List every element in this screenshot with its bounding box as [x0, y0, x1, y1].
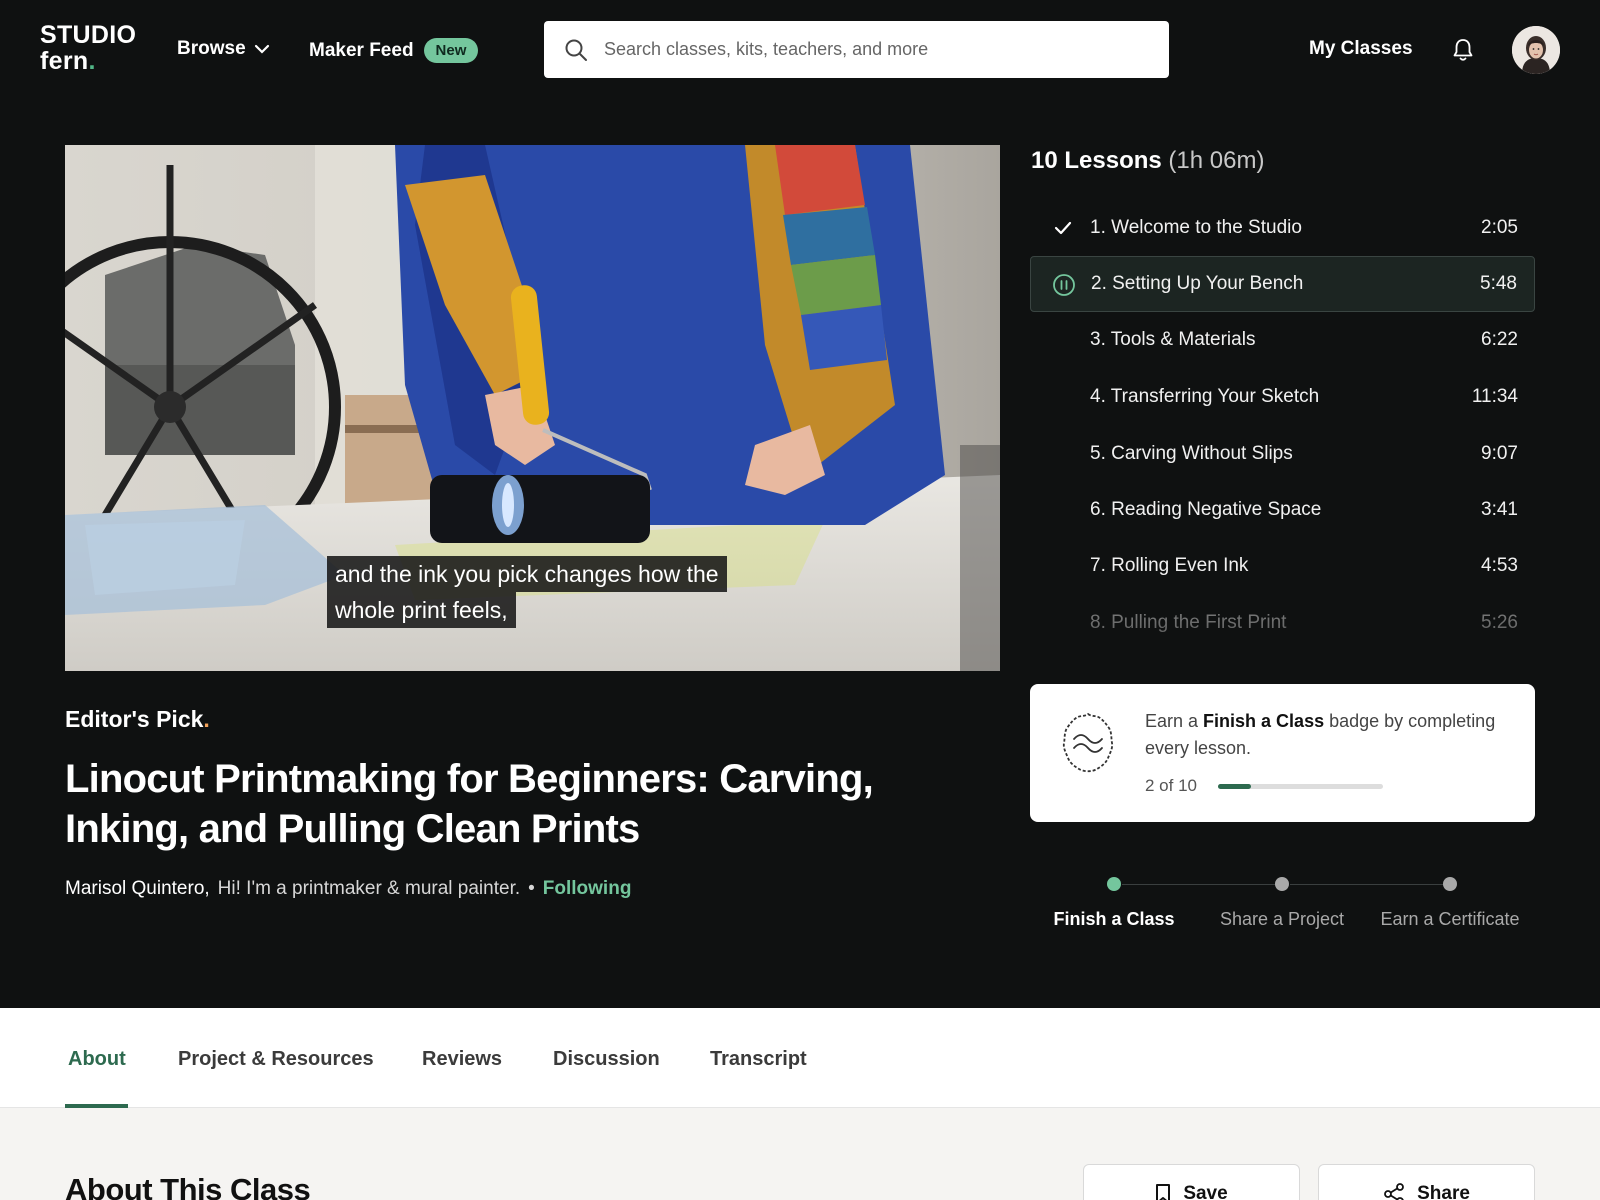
- top-navigation: STUDIO fern. Browse Maker Feed New My Cl…: [0, 0, 1600, 100]
- badge-card: Earn a Finish a Class badge by completin…: [1030, 684, 1535, 822]
- tab-reviews[interactable]: Reviews: [422, 1048, 502, 1071]
- browse-menu[interactable]: Browse: [177, 38, 270, 60]
- step-connector: [1122, 884, 1280, 885]
- teacher-name[interactable]: Marisol Quintero,: [65, 878, 210, 900]
- bell-icon[interactable]: [1452, 38, 1474, 62]
- save-button[interactable]: Save: [1083, 1164, 1300, 1200]
- caption-line-2: whole print feels,: [327, 592, 516, 628]
- following-button[interactable]: Following: [543, 878, 632, 900]
- lesson-title: 8. Pulling the First Print: [1090, 612, 1287, 633]
- about-title: About This Class: [65, 1172, 311, 1200]
- lesson-title: 5. Carving Without Slips: [1090, 443, 1293, 464]
- lesson-title: 2. Setting Up Your Bench: [1091, 273, 1304, 294]
- tab-about[interactable]: About: [68, 1048, 126, 1071]
- editors-pick-label: Editor's Pick.: [65, 706, 210, 733]
- lesson-item[interactable]: 4. Transferring Your Sketch 11:34: [1030, 369, 1535, 425]
- step-label-finish-class[interactable]: Finish a Class: [1044, 907, 1184, 931]
- logo-line-1: STUDIO: [40, 21, 137, 49]
- save-label: Save: [1183, 1183, 1228, 1200]
- maker-feed-link[interactable]: Maker Feed New: [309, 38, 479, 63]
- lesson-list: 1. Welcome to the Studio 2:05 2. Setting…: [1030, 200, 1535, 660]
- lesson-title: 4. Transferring Your Sketch: [1090, 386, 1320, 407]
- lesson-duration: 11:34: [1471, 386, 1518, 407]
- tab-bar: About Project & Resources Reviews Discus…: [0, 1008, 1600, 1108]
- tab-discussion[interactable]: Discussion: [553, 1048, 660, 1071]
- step-dot-finish-class: [1107, 877, 1121, 891]
- lessons-count: 10 Lessons: [1031, 147, 1162, 174]
- lesson-item[interactable]: 1. Welcome to the Studio 2:05: [1030, 200, 1535, 256]
- share-icon: [1384, 1183, 1404, 1200]
- studio-fern-logo[interactable]: STUDIO fern.: [40, 22, 136, 74]
- step-connector: [1290, 884, 1448, 885]
- checkmark-icon: [1054, 221, 1072, 235]
- lessons-header: 10 Lessons (1h 06m): [1031, 147, 1264, 175]
- maker-feed-label: Maker Feed: [309, 39, 414, 61]
- lesson-duration: 9:07: [1481, 443, 1518, 464]
- lesson-item[interactable]: 5. Carving Without Slips 9:07: [1030, 426, 1535, 482]
- badge-progress-fill: [1218, 784, 1251, 789]
- editors-pick-text: Editor's Pick: [65, 706, 204, 732]
- step-dot-share-project: [1275, 877, 1289, 891]
- badge-description: Earn a Finish a Class badge by completin…: [1145, 708, 1515, 762]
- lesson-item[interactable]: 3. Tools & Materials 6:22: [1030, 312, 1535, 368]
- logo-line-2: fern.: [40, 48, 136, 74]
- step-label-certificate[interactable]: Earn a Certificate: [1380, 907, 1520, 931]
- search-bar[interactable]: [544, 21, 1169, 78]
- pause-icon: [1053, 274, 1075, 296]
- about-section: About This Class Save Share: [0, 1108, 1600, 1200]
- share-button[interactable]: Share: [1318, 1164, 1535, 1200]
- lesson-title: 7. Rolling Even Ink: [1090, 555, 1249, 576]
- bookmark-icon: [1156, 1184, 1171, 1200]
- lesson-duration: 3:41: [1481, 499, 1518, 520]
- video-caption: and the ink you pick changes how the who…: [327, 556, 727, 628]
- search-input[interactable]: [604, 39, 1144, 60]
- badge-icon: [1062, 712, 1114, 773]
- share-label: Share: [1417, 1183, 1470, 1200]
- lesson-item[interactable]: 7. Rolling Even Ink 4:53: [1030, 538, 1535, 594]
- lesson-duration: 2:05: [1481, 217, 1518, 238]
- tab-transcript[interactable]: Transcript: [710, 1048, 807, 1071]
- my-classes-link[interactable]: My Classes: [1309, 38, 1413, 60]
- lesson-item[interactable]: 8. Pulling the First Print 5:26: [1030, 595, 1535, 651]
- badge-name: Finish a Class: [1203, 711, 1325, 731]
- chevron-down-icon: [254, 44, 269, 54]
- separator-dot: •: [528, 878, 535, 899]
- teacher-info: Marisol Quintero, Hi! I'm a printmaker &…: [65, 878, 631, 900]
- user-avatar[interactable]: [1512, 26, 1560, 74]
- lesson-title: 6. Reading Negative Space: [1090, 499, 1322, 520]
- step-label-share-project[interactable]: Share a Project: [1212, 907, 1352, 931]
- lesson-duration: 5:26: [1481, 612, 1518, 633]
- lesson-title: 1. Welcome to the Studio: [1090, 217, 1302, 238]
- step-dot-certificate: [1443, 877, 1457, 891]
- lesson-duration: 5:48: [1480, 273, 1517, 294]
- badge-text-pre: Earn a: [1145, 711, 1204, 731]
- editors-pick-dot: .: [203, 706, 210, 732]
- badge-progress-label: 2 of 10: [1145, 776, 1197, 795]
- tab-project-resources[interactable]: Project & Resources: [178, 1048, 374, 1071]
- teacher-tagline: Hi! I'm a printmaker & mural painter.: [217, 878, 521, 899]
- logo-word: fern: [40, 47, 89, 75]
- caption-line-1: and the ink you pick changes how the: [327, 556, 727, 592]
- new-badge: New: [423, 38, 479, 63]
- user-avatar-image: [1512, 26, 1560, 74]
- logo-dot: .: [88, 47, 96, 75]
- lessons-duration: (1h 06m): [1168, 147, 1265, 174]
- lesson-duration: 4:53: [1481, 555, 1518, 576]
- lesson-item-playing[interactable]: 2. Setting Up Your Bench 5:48: [1030, 256, 1535, 312]
- lesson-item[interactable]: 6. Reading Negative Space 3:41: [1030, 482, 1535, 538]
- lesson-duration: 6:22: [1481, 329, 1518, 350]
- video-player[interactable]: and the ink you pick changes how the who…: [65, 145, 1000, 671]
- search-icon: [565, 39, 587, 61]
- badge-progress-bar: [1218, 784, 1383, 789]
- browse-label: Browse: [177, 38, 246, 59]
- class-title: Linocut Printmaking for Beginners: Carvi…: [65, 757, 874, 851]
- lesson-title: 3. Tools & Materials: [1090, 329, 1256, 350]
